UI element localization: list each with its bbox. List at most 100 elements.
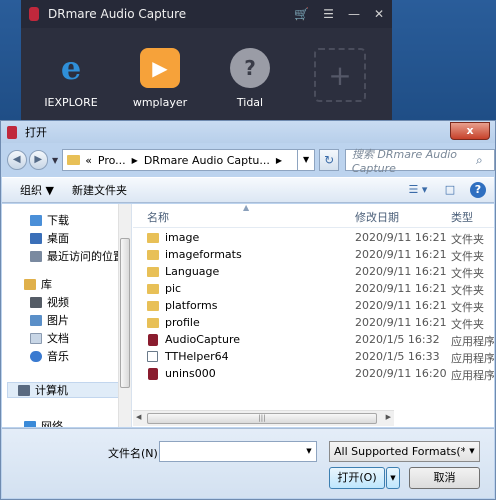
file-row[interactable]: profile 2020/9/11 16:21 文件夹 bbox=[133, 315, 494, 332]
file-row[interactable]: image 2020/9/11 16:21 文件夹 bbox=[133, 230, 494, 247]
breadcrumb-separator-icon[interactable]: ▶ bbox=[132, 156, 138, 165]
new-folder-button[interactable]: 新建文件夹 bbox=[72, 182, 127, 198]
file-type: 文件夹 bbox=[451, 233, 484, 246]
file-row[interactable]: Language 2020/9/11 16:21 文件夹 bbox=[133, 264, 494, 281]
breadcrumb-drmare[interactable]: DRmare Audio Captu... bbox=[144, 154, 270, 167]
scroll-left-icon[interactable]: ◀ bbox=[136, 413, 141, 421]
nav-item-label: 图片 bbox=[47, 314, 69, 327]
source-label: IEXPLORE bbox=[44, 96, 98, 109]
music-icon bbox=[30, 350, 42, 362]
file-date: 2020/1/5 16:32 bbox=[355, 333, 440, 346]
internet-explorer-icon: e bbox=[60, 49, 82, 87]
drmare-logo-icon bbox=[29, 7, 39, 21]
filter-value: All Supported Formats(*.exe bbox=[334, 445, 480, 458]
close-app-button[interactable]: ✕ bbox=[374, 7, 384, 21]
navigation-pane: 下载 桌面 最近访问的位置 库 视频 图片 文档 音乐 计算机 网络 bbox=[2, 204, 132, 427]
add-source-button[interactable]: + bbox=[314, 48, 366, 102]
open-button[interactable]: 打开(O) bbox=[329, 467, 385, 489]
file-row[interactable]: platforms 2020/9/11 16:21 文件夹 bbox=[133, 298, 494, 315]
pictures-icon bbox=[30, 314, 42, 326]
nav-item-label: 文档 bbox=[47, 332, 69, 345]
executable-icon bbox=[147, 351, 158, 362]
filter-dropdown-icon[interactable]: ▼ bbox=[465, 442, 479, 461]
file-type-filter[interactable]: All Supported Formats(*.exe ▼ bbox=[329, 441, 480, 462]
dialog-close-button[interactable]: x bbox=[450, 121, 490, 140]
column-name[interactable]: 名称 bbox=[147, 209, 169, 225]
organize-button[interactable]: 组织 ▼ bbox=[20, 182, 54, 198]
source-wmplayer[interactable]: ▶ wmplayer bbox=[120, 48, 200, 109]
column-headers: 名称 ▲ 修改日期 类型 bbox=[133, 204, 494, 228]
column-type[interactable]: 类型 bbox=[451, 209, 473, 225]
file-name: imageformats bbox=[165, 248, 242, 261]
nav-item-desktop[interactable]: 桌面 bbox=[30, 230, 69, 246]
file-row[interactable]: TTHelper64 2020/1/5 16:33 应用程序 bbox=[133, 349, 494, 366]
scrollbar-thumb[interactable]: ||| bbox=[147, 413, 377, 424]
nav-item-downloads[interactable]: 下载 bbox=[30, 212, 69, 228]
file-row[interactable]: imageformats 2020/9/11 16:21 文件夹 bbox=[133, 247, 494, 264]
dialog-title: 打开 bbox=[25, 126, 47, 139]
scroll-right-icon[interactable]: ▶ bbox=[386, 413, 391, 421]
file-row[interactable]: AudioCapture 2020/1/5 16:32 应用程序 bbox=[133, 332, 494, 349]
address-bar[interactable]: « Pro... ▶ DRmare Audio Captu... ▶ bbox=[62, 149, 298, 171]
file-row[interactable]: pic 2020/9/11 16:21 文件夹 bbox=[133, 281, 494, 298]
cancel-button[interactable]: 取消 bbox=[409, 467, 480, 489]
nav-item-libraries[interactable]: 库 bbox=[24, 276, 52, 292]
file-row[interactable]: unins000 2020/9/11 16:20 应用程序 bbox=[133, 366, 494, 383]
filename-dropdown-icon[interactable]: ▼ bbox=[302, 442, 316, 461]
app-title: DRmare Audio Capture bbox=[48, 7, 187, 21]
breadcrumb-programs[interactable]: Pro... bbox=[98, 154, 126, 167]
view-options-icon[interactable]: ☰ ▾ bbox=[406, 182, 430, 198]
source-iexplore[interactable]: e IEXPLORE bbox=[31, 48, 111, 109]
app-icon bbox=[148, 334, 158, 346]
file-name: platforms bbox=[165, 299, 218, 312]
folder-icon bbox=[147, 318, 159, 328]
folder-icon bbox=[67, 155, 81, 165]
breadcrumb-overflow[interactable]: « bbox=[85, 154, 92, 167]
libraries-icon bbox=[24, 278, 36, 290]
address-row: ◀ ▶ ▼ « Pro... ▶ DRmare Audio Captu... ▶… bbox=[1, 145, 495, 175]
folder-icon bbox=[147, 301, 159, 311]
scrollbar-thumb[interactable] bbox=[120, 238, 130, 388]
sort-arrow-icon: ▲ bbox=[243, 204, 250, 212]
nav-item-documents[interactable]: 文档 bbox=[30, 330, 69, 346]
tidal-icon: ? bbox=[230, 48, 270, 88]
nav-item-label: 网络 bbox=[41, 420, 63, 427]
search-input[interactable]: 搜索 DRmare Audio Capture ⌕ bbox=[344, 148, 495, 175]
nav-item-recent-places[interactable]: 最近访问的位置 bbox=[30, 248, 124, 264]
file-type: 文件夹 bbox=[451, 284, 484, 297]
nav-item-label: 下载 bbox=[47, 214, 69, 227]
preview-pane-icon[interactable]: □ bbox=[442, 182, 458, 198]
app-icon bbox=[148, 368, 158, 380]
refresh-button[interactable]: ↻ bbox=[319, 149, 339, 171]
file-list-horizontal-scrollbar[interactable]: ◀ ||| ▶ bbox=[133, 410, 394, 426]
file-date: 2020/9/11 16:21 bbox=[355, 248, 447, 261]
file-type: 文件夹 bbox=[451, 267, 484, 280]
filename-input[interactable]: ▼ bbox=[159, 441, 317, 462]
source-tidal[interactable]: ? Tidal bbox=[210, 48, 290, 109]
nav-item-pictures[interactable]: 图片 bbox=[30, 312, 69, 328]
recent-pages-dropdown[interactable]: ▼ bbox=[52, 156, 58, 165]
file-name: profile bbox=[165, 316, 200, 329]
menu-icon[interactable]: ☰ bbox=[323, 7, 334, 21]
folder-icon bbox=[147, 233, 159, 243]
downloads-icon bbox=[30, 214, 42, 226]
nav-pane-scrollbar[interactable] bbox=[118, 204, 131, 427]
forward-button[interactable]: ▶ bbox=[28, 150, 49, 170]
cart-icon[interactable]: 🛒 bbox=[294, 7, 309, 21]
nav-item-videos[interactable]: 视频 bbox=[30, 294, 69, 310]
nav-item-computer[interactable]: 计算机 bbox=[7, 382, 125, 398]
minimize-button[interactable]: — bbox=[348, 7, 360, 21]
nav-item-music[interactable]: 音乐 bbox=[30, 348, 69, 364]
file-date: 2020/9/11 16:21 bbox=[355, 282, 447, 295]
help-icon[interactable]: ? bbox=[470, 182, 486, 198]
column-modified[interactable]: 修改日期 bbox=[355, 209, 399, 225]
open-options-dropdown[interactable]: ▼ bbox=[386, 467, 400, 489]
nav-item-label: 音乐 bbox=[47, 350, 69, 363]
address-dropdown[interactable]: ▼ bbox=[297, 149, 316, 171]
back-button[interactable]: ◀ bbox=[7, 150, 27, 170]
nav-item-network[interactable]: 网络 bbox=[24, 418, 63, 427]
nav-item-label: 计算机 bbox=[35, 384, 68, 397]
search-placeholder: 搜索 DRmare Audio Capture bbox=[351, 147, 458, 175]
breadcrumb-separator-icon[interactable]: ▶ bbox=[276, 156, 282, 165]
windows-media-player-icon: ▶ bbox=[140, 48, 180, 88]
